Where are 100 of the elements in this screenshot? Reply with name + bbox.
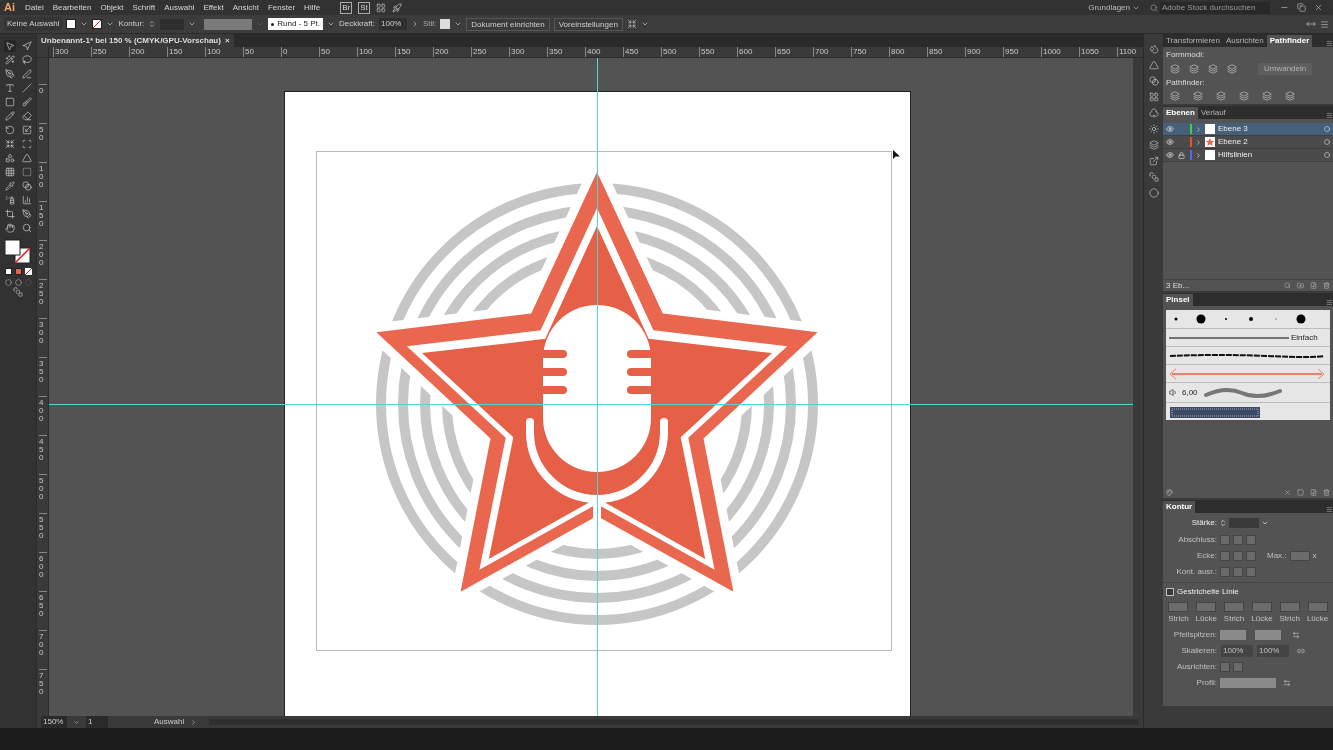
rectangle-tool-icon[interactable] — [4, 97, 15, 107]
opacity-field[interactable]: 100% — [379, 18, 407, 30]
document-tab[interactable]: Unbenannt-1* bei 150 % (CMYK/GPU-Vorschau) × — [37, 34, 234, 47]
line-tool-icon[interactable] — [21, 83, 32, 93]
variable-width-field[interactable] — [204, 18, 253, 30]
stock-search-field[interactable]: Adobe Stock durchsuchen — [1160, 1, 1270, 14]
none-mode-swatch[interactable] — [24, 268, 32, 275]
stroke-none-swatch[interactable] — [92, 19, 103, 29]
restore-icon[interactable] — [1297, 3, 1306, 12]
target-icon[interactable] — [1324, 152, 1330, 158]
trash-icon[interactable] — [1323, 488, 1330, 496]
arrange-icon[interactable] — [1306, 19, 1316, 29]
magic-wand-icon[interactable] — [4, 55, 15, 65]
menu-item[interactable]: Schrift — [132, 1, 156, 14]
menu-item[interactable]: Fenster — [268, 1, 296, 14]
stock-button[interactable]: St — [358, 1, 370, 14]
color-mode-swatch[interactable] — [4, 268, 12, 275]
control-button[interactable]: Voreinstellungen — [553, 17, 623, 31]
curvature-tool-icon[interactable] — [21, 69, 32, 79]
target-icon[interactable] — [1324, 126, 1330, 132]
eraser-icon[interactable] — [21, 111, 32, 121]
panel-menu-icon[interactable] — [1326, 112, 1333, 119]
bridge-button[interactable]: Br — [340, 1, 353, 14]
pencil-tool-icon[interactable] — [4, 111, 15, 121]
menu-item[interactable]: Auswahl — [164, 1, 195, 14]
panel-tab[interactable]: Ebenen — [1163, 107, 1198, 119]
align-icon[interactable] — [626, 19, 637, 29]
symbol-sprayer-icon[interactable] — [4, 195, 15, 205]
bristle-size: 6,00 — [1182, 386, 1198, 399]
panel-tab[interactable]: Ausrichten — [1222, 35, 1267, 47]
tab-close-button[interactable]: × — [224, 34, 230, 47]
menu-item[interactable]: Bearbeiten — [52, 1, 92, 14]
fill-stroke-swatches[interactable] — [4, 239, 32, 265]
style-swatch[interactable] — [440, 19, 451, 29]
visibility-icon[interactable] — [1166, 125, 1174, 133]
trash-icon[interactable] — [1323, 282, 1330, 289]
style-label: Stil: — [423, 18, 437, 30]
fill-swatch[interactable] — [66, 19, 77, 29]
search-icon[interactable] — [1284, 282, 1291, 289]
brush-dropdown[interactable]: Rund - 5 Pt. — [268, 18, 323, 30]
layer-row[interactable]: Ebene 2 — [1163, 136, 1333, 149]
ruler-label: 250 — [471, 47, 509, 57]
remove-stroke-icon[interactable] — [1284, 488, 1291, 496]
target-icon[interactable] — [1324, 139, 1330, 145]
menu-item[interactable]: Objekt — [100, 1, 124, 14]
mesh-tool-icon[interactable] — [4, 167, 15, 177]
panel-tab[interactable]: Pathfinder — [1266, 35, 1313, 47]
gradient-mode-swatch[interactable] — [14, 268, 22, 275]
ruler-label: 450 — [623, 47, 661, 57]
cap-label: Abschluss: — [1177, 534, 1217, 546]
dash-label: Lücke — [1251, 613, 1273, 625]
selection-tool-icon[interactable] — [4, 41, 15, 51]
menu-item[interactable]: Datei — [25, 1, 44, 14]
panel-tab[interactable]: Verlauf — [1197, 107, 1229, 119]
ruler-label: 350 — [39, 357, 47, 396]
lock-icon[interactable] — [1178, 151, 1185, 159]
layer-row[interactable]: Ebene 3 — [1163, 123, 1333, 136]
panel-menu-icon[interactable] — [1326, 40, 1333, 47]
menu-item[interactable]: Ansicht — [232, 1, 259, 14]
new-layer-icon[interactable] — [1310, 282, 1317, 289]
new-brush-icon[interactable] — [1310, 488, 1317, 496]
brush-tool-icon[interactable] — [21, 97, 32, 107]
opacity-label: Deckkraft: — [338, 18, 375, 30]
graph-tool-icon[interactable] — [21, 195, 32, 205]
direct-selection-tool-icon[interactable] — [21, 41, 32, 51]
panel-menu-icon[interactable] — [1326, 506, 1333, 513]
zoom-field[interactable]: 150% — [41, 716, 67, 728]
panel-tab[interactable]: Transformieren — [1163, 35, 1223, 47]
scale-tool-icon[interactable] — [21, 125, 32, 135]
panel-tab[interactable]: Kontur — [1163, 501, 1196, 513]
page-field[interactable]: 1 — [86, 716, 108, 728]
layer-row[interactable]: Hilfslinien — [1163, 149, 1333, 162]
artboard-tool-icon[interactable] — [4, 209, 15, 219]
limit-label: Max.: — [1267, 550, 1287, 562]
ruler-label: 700 — [813, 47, 851, 57]
panel-menu-icon[interactable] — [1320, 19, 1329, 29]
new-sublayer-icon[interactable] — [1297, 282, 1304, 289]
visibility-icon[interactable] — [1166, 138, 1174, 146]
pen-tool-icon[interactable] — [4, 69, 15, 79]
eyedropper-icon[interactable] — [4, 181, 15, 191]
rocket-icon[interactable] — [391, 2, 402, 13]
panel-menu-icon[interactable] — [1326, 299, 1333, 306]
rotate-tool-icon[interactable] — [4, 125, 15, 135]
shape-builder-icon[interactable] — [4, 153, 15, 163]
close-icon[interactable] — [1314, 3, 1323, 12]
stepper-icon[interactable] — [148, 20, 157, 28]
stroke-weight-field[interactable] — [1229, 518, 1259, 528]
type-tool-icon[interactable] — [4, 83, 15, 93]
ruler-label: 850 — [927, 47, 965, 57]
stepper-icon[interactable] — [1219, 519, 1227, 527]
symbols-icon[interactable] — [1148, 108, 1159, 118]
visibility-icon[interactable] — [1166, 151, 1174, 159]
hand-tool-icon[interactable] — [4, 223, 15, 233]
menu-item[interactable]: Hilfe — [304, 1, 321, 14]
lasso-icon[interactable] — [21, 55, 32, 65]
zoom-tool-icon[interactable] — [21, 223, 32, 233]
panel-tab[interactable]: Pinsel — [1163, 294, 1193, 306]
workspace-switcher[interactable]: Grundlagen — [1088, 1, 1130, 14]
menu-item[interactable]: Effekt — [203, 1, 224, 14]
control-button[interactable]: Dokument einrichten — [466, 17, 550, 31]
